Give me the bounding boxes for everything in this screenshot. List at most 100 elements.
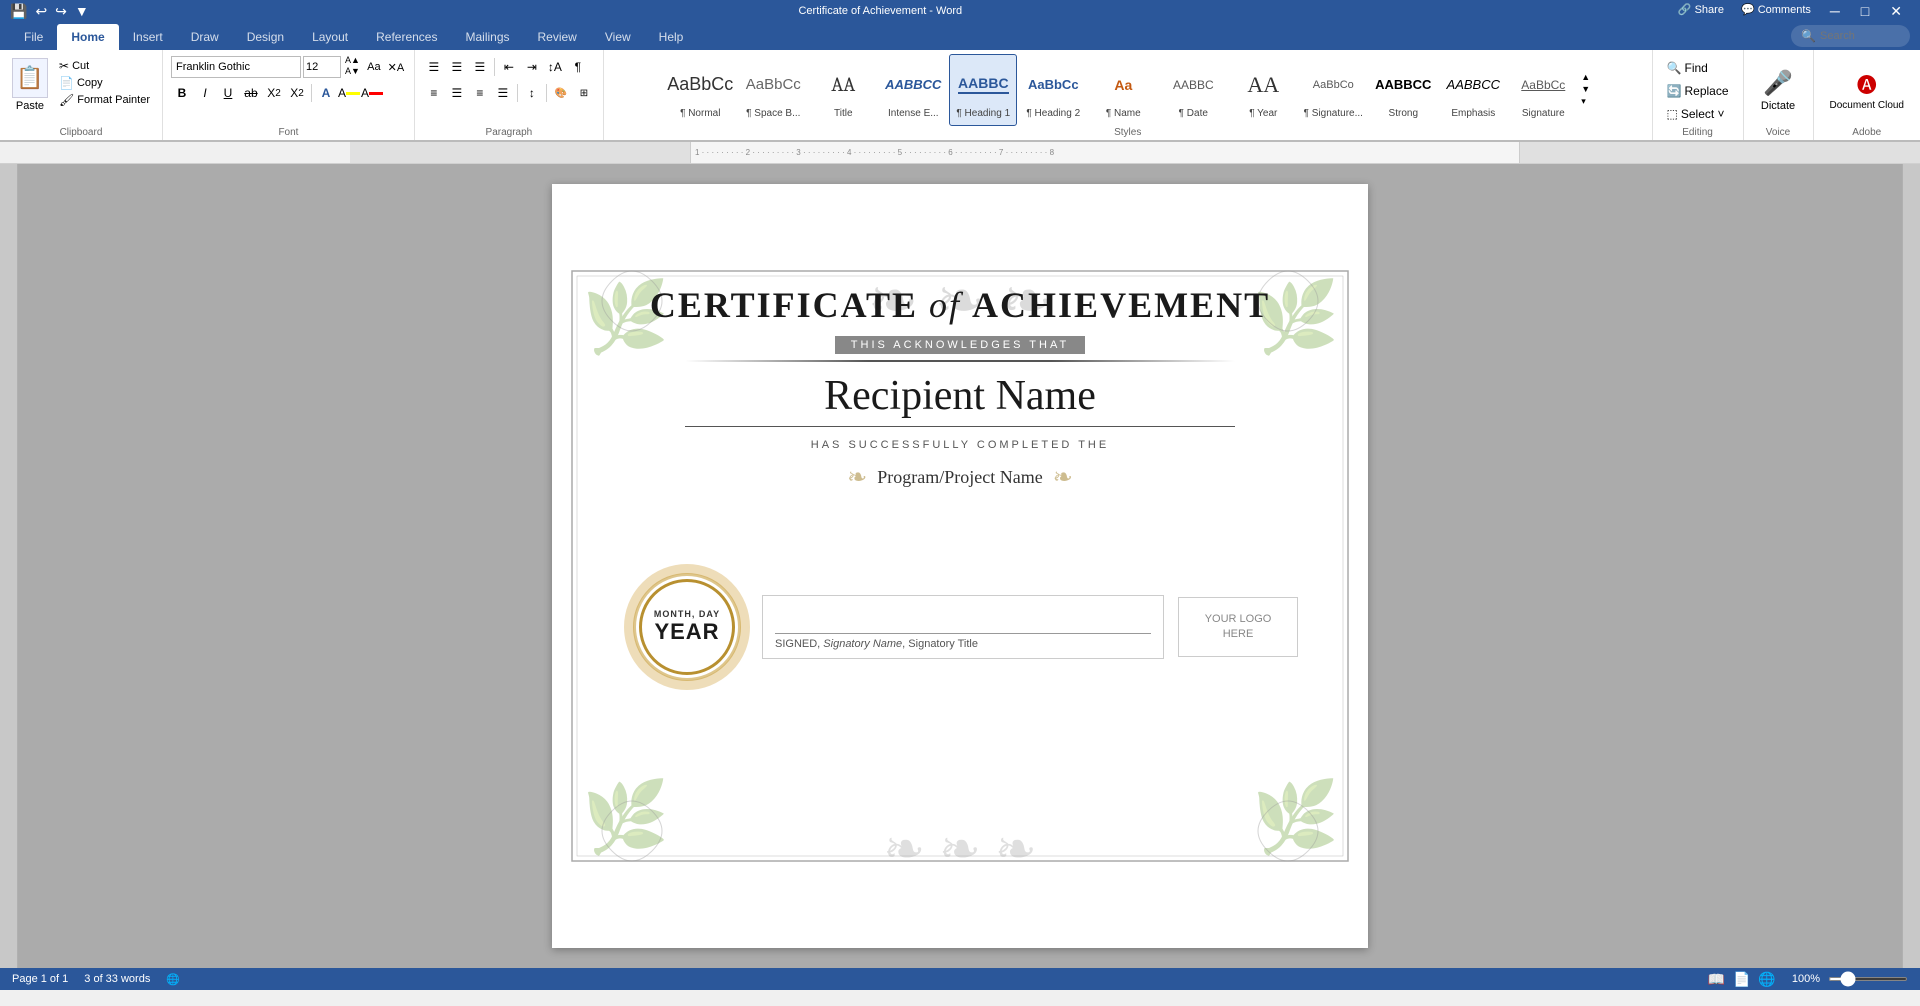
- style-intense-emphasis[interactable]: AABBCC Intense E...: [879, 54, 947, 126]
- view-web-button[interactable]: 🌐: [1758, 971, 1775, 988]
- window-controls[interactable]: 🔗 Share 💬 Comments ─ □ ✕: [1672, 3, 1910, 20]
- tab-file[interactable]: File: [10, 24, 57, 50]
- style-normal[interactable]: AaBbCc ¶ Normal: [663, 54, 737, 126]
- completed-text[interactable]: HAS SUCCESSFULLY COMPLETED THE: [811, 439, 1109, 451]
- multilevel-list-button[interactable]: ☰: [469, 56, 491, 78]
- cut-button[interactable]: ✂ Cut: [55, 58, 154, 74]
- superscript-button[interactable]: X2: [286, 82, 308, 104]
- seal-year[interactable]: YEAR: [654, 619, 719, 645]
- search-input[interactable]: [1820, 30, 1900, 42]
- tab-view[interactable]: View: [591, 24, 645, 50]
- style-signature1[interactable]: AaBbCo ¶ Signature...: [1299, 54, 1367, 126]
- zoom-slider[interactable]: [1828, 977, 1908, 981]
- numbering-button[interactable]: ☰: [446, 56, 468, 78]
- style-name[interactable]: Aa ¶ Name: [1089, 54, 1157, 126]
- decrease-font-button[interactable]: A▼: [343, 67, 362, 78]
- tab-layout[interactable]: Layout: [298, 24, 362, 50]
- clear-formatting-button[interactable]: ✕A: [386, 57, 406, 77]
- sort-button[interactable]: ↕A: [544, 56, 566, 78]
- separator-2: [494, 58, 495, 76]
- text-effects-button[interactable]: A: [315, 82, 337, 104]
- paste-button[interactable]: 📋 Paste: [8, 54, 52, 126]
- justify-button[interactable]: ☰: [492, 82, 514, 104]
- page-info: Page 1 of 1: [12, 973, 68, 986]
- share-button[interactable]: 🔗 Share: [1672, 3, 1730, 20]
- text-highlight-button[interactable]: A: [338, 82, 360, 104]
- align-right-button[interactable]: ≡: [469, 82, 491, 104]
- font-color-indicator: [369, 92, 383, 95]
- style-emphasis[interactable]: AABBCC Emphasis: [1439, 54, 1507, 126]
- change-case-button[interactable]: Aa: [364, 57, 384, 77]
- tab-home[interactable]: Home: [57, 24, 118, 50]
- show-marks-button[interactable]: ¶: [567, 56, 589, 78]
- style-date[interactable]: AABBC ¶ Date: [1159, 54, 1227, 126]
- minimize-button[interactable]: ─: [1822, 3, 1848, 20]
- tab-design[interactable]: Design: [233, 24, 298, 50]
- certificate-title[interactable]: CERTIFICATE of ACHIEVEMENT: [650, 284, 1270, 326]
- close-button[interactable]: ✕: [1882, 3, 1910, 20]
- editing-label: Editing: [1682, 127, 1713, 140]
- document-cloud-button[interactable]: 🅐 Document Cloud: [1822, 65, 1912, 115]
- tab-references[interactable]: References: [362, 24, 451, 50]
- bold-button[interactable]: B: [171, 82, 193, 104]
- style-space-before[interactable]: AaBbCc ¶ Space B...: [739, 54, 807, 126]
- font-size-input[interactable]: [303, 56, 341, 78]
- subscript-button[interactable]: X2: [263, 82, 285, 104]
- maximize-button[interactable]: □: [1853, 3, 1877, 20]
- font-name-input[interactable]: [171, 56, 301, 78]
- search-box[interactable]: 🔍: [1791, 25, 1910, 47]
- underline-button[interactable]: U: [217, 82, 239, 104]
- select-button[interactable]: ⬚ Select ˅: [1661, 104, 1735, 124]
- italic-button[interactable]: I: [194, 82, 216, 104]
- copy-button[interactable]: 📄 Copy: [55, 75, 154, 91]
- find-button[interactable]: 🔍 Find: [1661, 58, 1735, 78]
- tab-review[interactable]: Review: [524, 24, 591, 50]
- line-spacing-button[interactable]: ↕: [521, 82, 543, 104]
- comments-button[interactable]: 💬 Comments: [1735, 3, 1817, 20]
- replace-button[interactable]: 🔄 Replace: [1661, 81, 1735, 101]
- editing-group: 🔍 Find 🔄 Replace ⬚ Select ˅ Editing: [1653, 50, 1744, 140]
- bullets-button[interactable]: ☰: [423, 56, 445, 78]
- ruler-content[interactable]: 1 · · · · · · · · · 2 · · · · · · · · · …: [690, 142, 1520, 163]
- logo-box[interactable]: YOUR LOGO HERE: [1178, 597, 1298, 657]
- styles-scroll-down[interactable]: ▼: [1579, 85, 1592, 96]
- borders-button[interactable]: ⊞: [573, 82, 595, 104]
- style-title[interactable]: AA Title: [809, 54, 877, 126]
- style-signature2[interactable]: AaBbCc Signature: [1509, 54, 1577, 126]
- shading-button[interactable]: 🎨: [550, 82, 572, 104]
- font-color-button[interactable]: A: [361, 82, 383, 104]
- adobe-label: Adobe: [1852, 127, 1881, 140]
- signature-block[interactable]: SIGNED, Signatory Name, Signatory Title: [762, 595, 1164, 659]
- styles-scroll-up[interactable]: ▲: [1579, 73, 1592, 84]
- program-name[interactable]: Program/Project Name: [877, 467, 1042, 488]
- style-heading2[interactable]: AaBbCc ¶ Heading 2: [1019, 54, 1087, 126]
- style-strong[interactable]: AABBCC Strong: [1369, 54, 1437, 126]
- style-year[interactable]: AA ¶ Year: [1229, 54, 1297, 126]
- align-center-button[interactable]: ☰: [446, 82, 468, 104]
- tab-mailings[interactable]: Mailings: [451, 24, 523, 50]
- strikethrough-button[interactable]: ab: [240, 82, 262, 104]
- acknowledges-text[interactable]: THIS ACKNOWLEDGES THAT: [835, 336, 1085, 354]
- tab-draw[interactable]: Draw: [177, 24, 233, 50]
- recipient-name[interactable]: Recipient Name: [824, 372, 1096, 420]
- styles-gallery-scrollbar[interactable]: ▲ ▼ ▾: [1579, 73, 1592, 108]
- format-painter-button[interactable]: 🖌 Format Painter: [55, 92, 154, 108]
- title-bar: 💾 ↩ ↪ ▼ Certificate of Achievement - Wor…: [0, 0, 1920, 22]
- document-area[interactable]: ❧ ❧ ❧ 🌿 🌿 🌿 🌿 ❧ ❧ ❧: [18, 164, 1902, 968]
- style-heading1[interactable]: AABBC ¶ Heading 1: [949, 54, 1017, 126]
- dictate-button[interactable]: 🎤 Dictate: [1753, 65, 1803, 116]
- document-page[interactable]: ❧ ❧ ❧ 🌿 🌿 🌿 🌿 ❧ ❧ ❧: [552, 184, 1368, 948]
- replace-icon: 🔄: [1667, 84, 1682, 98]
- styles-expand[interactable]: ▾: [1579, 97, 1592, 108]
- tab-insert[interactable]: Insert: [119, 24, 177, 50]
- tab-help[interactable]: Help: [645, 24, 698, 50]
- view-normal-button[interactable]: 📖: [1708, 971, 1725, 988]
- view-print-button[interactable]: 📄: [1733, 971, 1750, 988]
- align-left-button[interactable]: ≡: [423, 82, 445, 104]
- decrease-indent-button[interactable]: ⇤: [498, 56, 520, 78]
- app-title: Certificate of Achievement - Word: [89, 5, 1672, 17]
- seal-month-day[interactable]: MONTH, DAY: [654, 609, 720, 619]
- increase-indent-button[interactable]: ⇥: [521, 56, 543, 78]
- select-icon: ⬚: [1667, 107, 1678, 121]
- status-bar: Page 1 of 1 3 of 33 words 🌐 📖 📄 🌐 100%: [0, 968, 1920, 990]
